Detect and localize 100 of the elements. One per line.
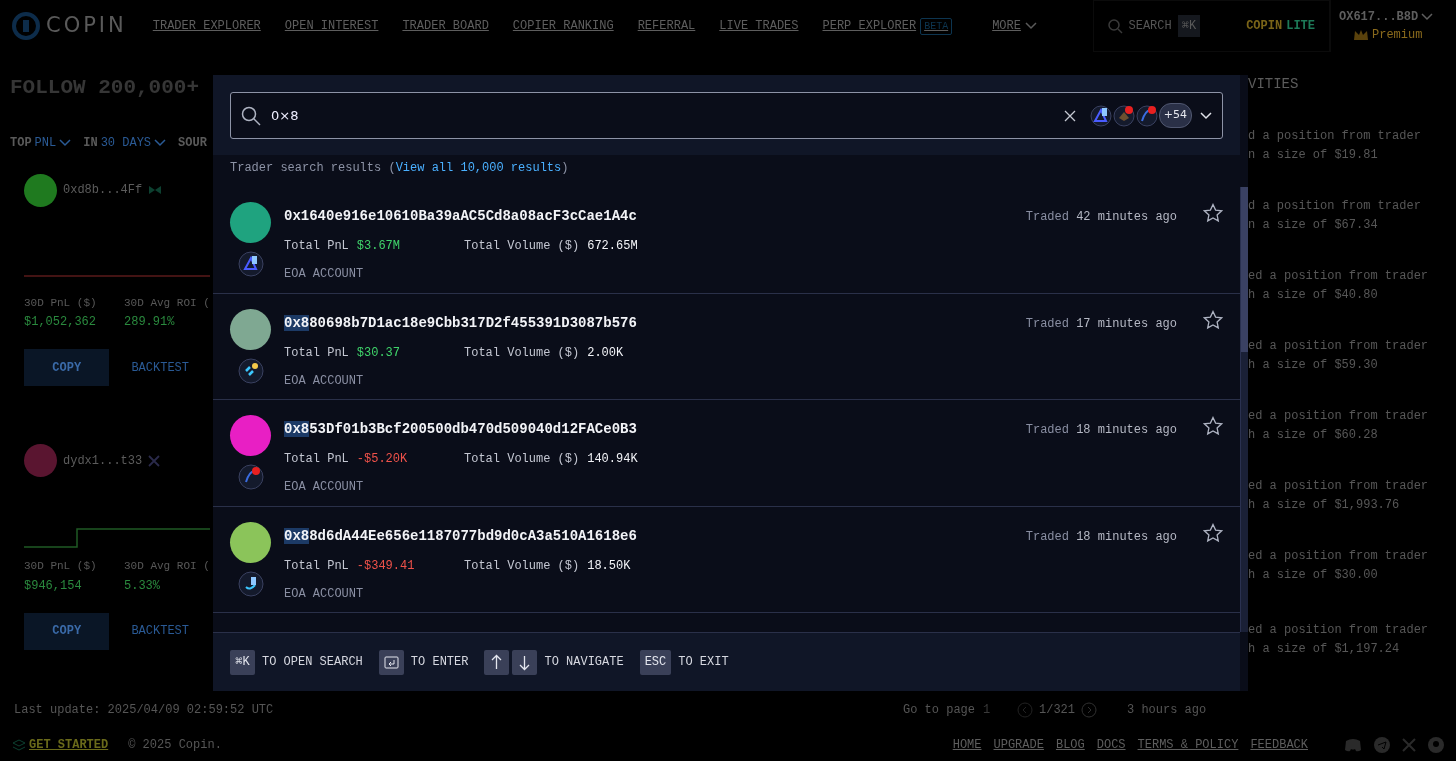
stat-label: Total Volume ($) bbox=[464, 558, 580, 573]
github-icon[interactable] bbox=[1428, 737, 1444, 753]
nav-link[interactable]: OPEN INTEREST bbox=[284, 17, 379, 35]
search-input[interactable]: 0×8 bbox=[269, 104, 1064, 127]
search-result-row[interactable]: 0x853Df01b3Bcf200500db470d509040d12FACe0B3 Total PnL -$5.20K Total Volume ($) 140.94K EOA ACCOUNT Traded 18 minutes ago bbox=[213, 400, 1240, 507]
traded-time: Traded 42 minutes ago bbox=[1025, 209, 1177, 226]
stat-value: 140.94K bbox=[587, 452, 638, 466]
stat-label: 30D PnL ($) bbox=[24, 295, 98, 311]
activity-text: h a size of $59.30 bbox=[1248, 357, 1379, 374]
nav-link[interactable]: PERP EXPLORER BETA bbox=[822, 17, 953, 35]
bowtie-icon bbox=[148, 185, 163, 195]
results-summary: Trader search results (View all 10,000 results) bbox=[229, 160, 570, 177]
chevron-down-icon bbox=[1421, 13, 1434, 21]
chevron-down-icon bbox=[154, 138, 167, 147]
account-type: EOA ACCOUNT bbox=[284, 479, 365, 496]
copin-lite-button[interactable]: COPIN LITE bbox=[1246, 17, 1315, 35]
activity-text: n a size of $19.81 bbox=[1248, 147, 1379, 164]
shortcut-label: TO OPEN SEARCH bbox=[262, 654, 363, 671]
telegram-icon[interactable] bbox=[1374, 737, 1390, 753]
stat-value: -$5.20K bbox=[356, 452, 408, 466]
nav-link[interactable]: TRADER BOARD bbox=[402, 17, 489, 35]
nav-link[interactable]: MORE bbox=[992, 17, 1037, 35]
footer-link[interactable]: HOME bbox=[952, 736, 982, 754]
star-icon[interactable] bbox=[1203, 522, 1223, 543]
activity-text: ed a position from trader bbox=[1248, 408, 1430, 425]
search-result-row[interactable]: 0x1640e916e10610Ba39aAC5Cd8a08acF3cCae1A4c Total PnL $3.67M Total Volume ($) 672.65M EOA ACCOUNT Traded 42 minutes ago bbox=[213, 187, 1240, 294]
activity-text: h a size of $60.28 bbox=[1248, 427, 1379, 444]
view-all-link[interactable]: View all 10,000 results bbox=[395, 161, 562, 175]
next-page-icon[interactable] bbox=[1081, 702, 1097, 718]
search-icon bbox=[1107, 18, 1123, 34]
nav-link[interactable]: TRADER EXPLORER bbox=[152, 17, 261, 35]
activity-text: h a size of $40.80 bbox=[1248, 287, 1379, 304]
trader-address[interactable]: 0xd8b...4Ff bbox=[63, 181, 143, 199]
crown-icon bbox=[1353, 29, 1369, 41]
account-button[interactable]: OX617...B8D bbox=[1339, 8, 1419, 26]
page-label: Go to page bbox=[902, 702, 975, 719]
activity-text: ed a position from trader bbox=[1248, 622, 1430, 639]
page-input[interactable]: 1 bbox=[981, 700, 1011, 720]
traded-time: Traded 18 minutes ago bbox=[1025, 528, 1177, 546]
clear-icon[interactable] bbox=[1063, 109, 1076, 122]
activity-text: n a size of $67.34 bbox=[1248, 217, 1379, 234]
nav-link[interactable]: COPIER RANKING bbox=[512, 17, 614, 35]
copy-button[interactable]: COPY bbox=[24, 349, 110, 386]
discord-icon[interactable] bbox=[1344, 738, 1362, 752]
search-button[interactable]: SEARCH ⌘K bbox=[1107, 15, 1201, 37]
beta-badge: BETA bbox=[920, 17, 953, 35]
last-update: Last update: 2025/04/09 02:59:52 UTC bbox=[14, 702, 274, 719]
backtest-button[interactable]: BACKTEST bbox=[131, 358, 189, 377]
footer-link[interactable]: UPGRADE bbox=[993, 736, 1044, 754]
x-logo-icon bbox=[148, 454, 161, 467]
trader-address[interactable]: dydx1...t33 bbox=[63, 451, 143, 470]
copy-button[interactable]: COPY bbox=[24, 612, 110, 650]
filter-dropdown[interactable]: SOUR bbox=[178, 133, 207, 152]
filter-dropdown[interactable]: IN 30 DAYS bbox=[83, 133, 167, 152]
stat-label: Total Volume ($) bbox=[464, 345, 580, 360]
nav-link[interactable]: LIVE TRADES bbox=[719, 17, 799, 35]
filter-dropdown[interactable]: TOP PNL bbox=[10, 133, 72, 152]
stat-label: Total Volume ($) bbox=[464, 452, 580, 466]
activity-text: d a position from trader bbox=[1248, 198, 1422, 215]
stat-value: $30.37 bbox=[356, 345, 401, 360]
section-title: VITIES bbox=[1248, 75, 1300, 94]
protocol-icon bbox=[1089, 104, 1112, 127]
activity-text: ed a position from trader bbox=[1248, 478, 1430, 495]
arrow-down-key-icon bbox=[512, 649, 538, 675]
nav-link[interactable]: REFERRAL bbox=[637, 17, 696, 35]
activity-text: ed a position from trader bbox=[1248, 268, 1430, 285]
logo-text: COPIN bbox=[46, 12, 127, 40]
get-started-link[interactable]: GET STARTED bbox=[12, 736, 109, 754]
protocol-icon bbox=[1112, 104, 1135, 127]
traded-time: Traded 18 minutes ago bbox=[1025, 422, 1177, 439]
traded-time: Traded 17 minutes ago bbox=[1025, 315, 1177, 333]
key-cap: ESC bbox=[639, 649, 672, 675]
protocol-icon bbox=[238, 357, 264, 384]
protocol-icon bbox=[238, 251, 264, 277]
stat-label: 30D Avg ROI ( bbox=[124, 295, 211, 311]
dropdown-icon[interactable] bbox=[1200, 111, 1212, 120]
stat-value: $1,052,362 bbox=[24, 314, 97, 331]
star-icon[interactable] bbox=[1203, 203, 1223, 223]
protocol-icon bbox=[238, 464, 264, 490]
trader-address: 0x1640e916e10610Ba39aAC5Cd8a08acF3cCae1A4c bbox=[284, 207, 638, 226]
search-field[interactable]: 0×8 +54 bbox=[230, 92, 1223, 139]
enter-key-icon bbox=[378, 649, 404, 675]
stat-value: 5.33% bbox=[124, 577, 161, 595]
scrollbar[interactable] bbox=[1240, 187, 1248, 632]
search-result-row[interactable]: 0x88d6dA44Ee656e1187077bd9d0cA3a510A1618e6 Total PnL -$349.41 Total Volume ($) 18.50K EOA ACCOUNT Traded 18 minutes ago bbox=[213, 506, 1240, 613]
backtest-button[interactable]: BACKTEST bbox=[131, 622, 189, 640]
search-result-row[interactable]: 0x880698b7D1ac18e9Cbb317D2f455391D3087b576 Total PnL $30.37 Total Volume ($) 2.00K EOA ACCOUNT Traded 17 minutes ago bbox=[213, 293, 1240, 400]
star-icon[interactable] bbox=[1203, 309, 1223, 330]
star-icon[interactable] bbox=[1203, 416, 1223, 436]
footer-link[interactable]: DOCS bbox=[1096, 736, 1126, 754]
footer-link[interactable]: FEEDBACK bbox=[1250, 736, 1308, 754]
stat-label: Total PnL bbox=[284, 558, 349, 573]
search-icon bbox=[241, 105, 261, 126]
stat-value: -$349.41 bbox=[356, 558, 415, 573]
stat-label: 30D Avg ROI ( bbox=[124, 559, 211, 574]
footer-link[interactable]: BLOG bbox=[1055, 736, 1085, 754]
footer-link[interactable]: TERMS & POLICY bbox=[1137, 736, 1239, 754]
x-logo-icon[interactable] bbox=[1402, 738, 1416, 752]
protocol-icon bbox=[1135, 104, 1158, 127]
prev-page-icon[interactable] bbox=[1017, 702, 1033, 718]
